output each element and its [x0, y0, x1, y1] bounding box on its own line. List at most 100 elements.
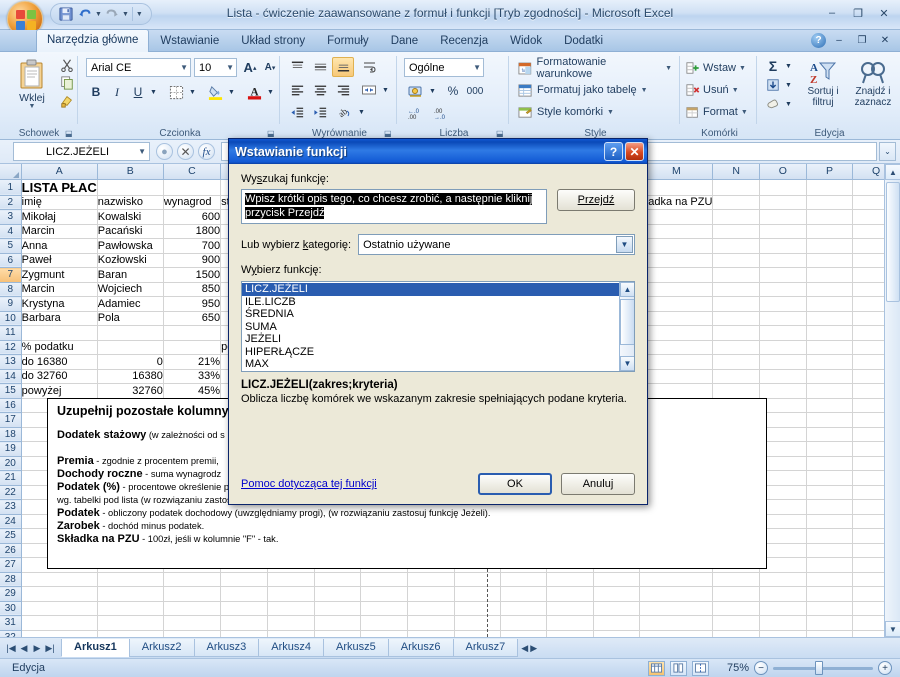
increase-indent-button[interactable] [309, 103, 331, 122]
cell-O3[interactable] [759, 209, 807, 225]
ok-button[interactable]: OK [478, 473, 552, 495]
cell-P20[interactable] [806, 456, 854, 471]
row-header-26[interactable]: 26 [0, 543, 22, 558]
function-list-item[interactable]: LICZ.JEŻELI [242, 283, 634, 296]
cell-C2[interactable]: wynagrod [163, 195, 222, 210]
cell-N1[interactable] [712, 179, 761, 196]
insert-cells-button[interactable]: Wstaw ▼ [685, 58, 753, 78]
cell-C6[interactable]: 900 [163, 253, 222, 268]
cell-F28[interactable] [314, 572, 362, 587]
comma-style-button[interactable]: 000 [464, 81, 486, 101]
fill-button[interactable] [763, 76, 783, 94]
row-header-24[interactable]: 24 [0, 514, 22, 529]
cell-B4[interactable]: Pacański [97, 224, 164, 239]
cell-N12[interactable] [712, 340, 761, 355]
row-header-28[interactable]: 28 [0, 572, 22, 587]
cell-P10[interactable] [806, 311, 854, 326]
accounting-dropdown-icon[interactable]: ▼ [427, 81, 438, 101]
cell-P29[interactable] [806, 586, 854, 602]
row-header-11[interactable]: 11 [0, 325, 22, 341]
cell-N9[interactable] [712, 296, 761, 312]
row-header-3[interactable]: 3 [0, 209, 22, 225]
cell-P16[interactable] [806, 398, 854, 413]
go-button[interactable]: Przejdź [557, 189, 635, 211]
col-header-M[interactable]: M [639, 164, 714, 180]
cell-M5[interactable] [639, 238, 714, 254]
cell-M3[interactable] [639, 209, 714, 225]
cell-B15[interactable]: 32760 [97, 383, 164, 399]
function-list-item[interactable]: ILE.LICZB [242, 296, 634, 309]
cell-P7[interactable] [806, 267, 854, 283]
cell-K30[interactable] [546, 601, 594, 616]
cell-N3[interactable] [712, 209, 761, 225]
conditional-formatting-button[interactable]: fx Formatowanie warunkowe ▼ [515, 56, 673, 80]
sheet-tab-arkusz1[interactable]: Arkusz1 [61, 639, 130, 657]
cell-D28[interactable] [220, 572, 269, 587]
cell-M1[interactable] [639, 179, 714, 196]
font-size-combo[interactable]: 10 ▼ [194, 58, 237, 77]
chevron-down-icon[interactable]: ▼ [138, 147, 146, 156]
cell-G28[interactable] [360, 572, 408, 587]
cell-C7[interactable]: 1500 [163, 267, 222, 283]
cell-B5[interactable]: Pawłowska [97, 238, 164, 254]
cell-A29[interactable] [21, 586, 98, 602]
tab-wstawianie[interactable]: Wstawianie [149, 31, 230, 52]
row-header-23[interactable]: 23 [0, 499, 22, 515]
redo-icon[interactable] [103, 5, 121, 23]
tab-dodatki[interactable]: Dodatki [553, 31, 614, 52]
cell-N4[interactable] [712, 224, 761, 239]
col-header-O[interactable]: O [759, 164, 807, 180]
cell-K32[interactable] [546, 630, 594, 637]
row-header-1[interactable]: 1 [0, 179, 22, 196]
orientation-dropdown-icon[interactable]: ▼ [356, 103, 367, 122]
row-header-18[interactable]: 18 [0, 427, 22, 442]
cell-N13[interactable] [712, 354, 761, 370]
format-as-table-button[interactable]: Formatuj jako tabelę ▼ [515, 80, 673, 100]
fx-icon[interactable]: fx [198, 143, 215, 160]
row-header-30[interactable]: 30 [0, 601, 22, 616]
function-list-item[interactable]: JEŻELI [242, 333, 634, 346]
cell-A1[interactable]: LISTA PŁAC [21, 179, 98, 196]
tab-uklad-strony[interactable]: Układ strony [230, 31, 316, 52]
cell-M12[interactable] [639, 340, 714, 355]
redo-dropdown-icon[interactable]: ▼ [122, 11, 129, 18]
row-header-10[interactable]: 10 [0, 311, 22, 326]
clipboard-dialog-launcher[interactable]: ⬓ [65, 129, 74, 138]
cell-B3[interactable]: Kowalski [97, 209, 164, 225]
fill-dropdown-icon[interactable]: ▼ [783, 76, 794, 94]
scroll-up-icon[interactable]: ▲ [885, 164, 900, 180]
fill-color-dropdown-icon[interactable]: ▼ [226, 82, 237, 102]
cell-C11[interactable] [163, 325, 222, 341]
cell-C5[interactable]: 700 [163, 238, 222, 254]
cell-B29[interactable] [97, 586, 164, 602]
cancel-icon[interactable]: ✕ [177, 143, 194, 160]
cell-P1[interactable] [806, 179, 854, 196]
cell-P21[interactable] [806, 470, 854, 486]
cell-B1[interactable] [97, 179, 164, 196]
cell-C32[interactable] [163, 630, 222, 637]
cell-F29[interactable] [314, 586, 362, 602]
cell-B11[interactable] [97, 325, 164, 341]
cell-D31[interactable] [220, 615, 269, 631]
tab-recenzja[interactable]: Recenzja [429, 31, 499, 52]
cell-P15[interactable] [806, 383, 854, 399]
scroll-thumb[interactable] [886, 182, 900, 302]
cell-J29[interactable] [500, 586, 548, 602]
cell-O32[interactable] [759, 630, 807, 637]
restore-workbook-button[interactable]: ❐ [852, 32, 872, 48]
cell-H28[interactable] [407, 572, 455, 587]
cell-O7[interactable] [759, 267, 807, 283]
select-all-corner[interactable] [0, 164, 22, 180]
italic-button[interactable]: I [107, 82, 127, 102]
cell-K28[interactable] [546, 572, 594, 587]
cell-O13[interactable] [759, 354, 807, 370]
cell-P12[interactable] [806, 340, 854, 355]
paste-button[interactable]: Wklej ▼ [6, 56, 58, 118]
cell-M2[interactable]: kładka na PZU [639, 195, 714, 210]
increase-decimal-button[interactable]: ←.0.00 [404, 103, 428, 122]
cell-L30[interactable] [593, 601, 641, 616]
zoom-in-button[interactable]: + [878, 661, 892, 675]
cell-B14[interactable]: 16380 [97, 369, 164, 384]
cell-B6[interactable]: Kozłowski [97, 253, 164, 268]
col-header-B[interactable]: B [97, 164, 164, 180]
